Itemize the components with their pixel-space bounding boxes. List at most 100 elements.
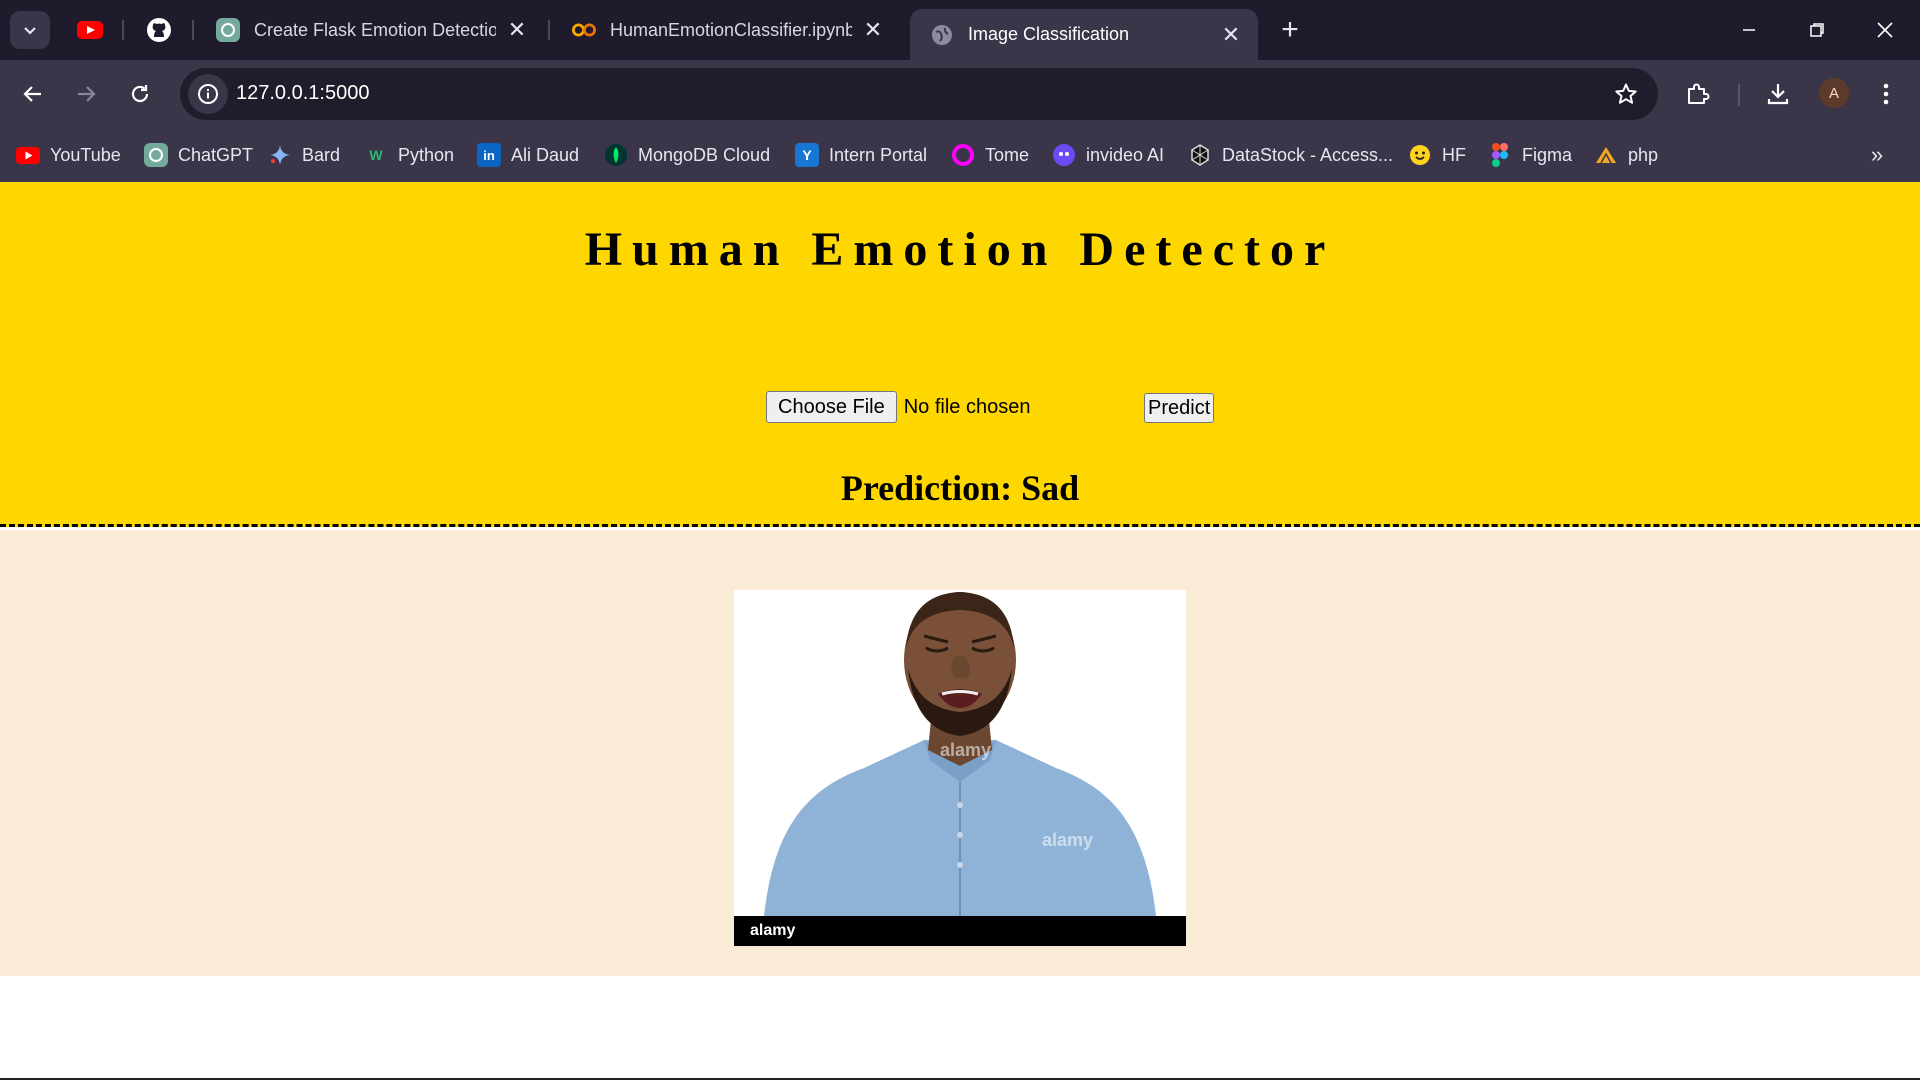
more-vert-icon — [1883, 83, 1889, 105]
bookmark-ali-daud[interactable]: in Ali Daud — [477, 140, 579, 170]
bookmark-hf[interactable]: HF — [1408, 140, 1466, 170]
url-text[interactable]: 127.0.0.1:5000 — [236, 82, 369, 105]
bookmark-label: Intern Portal — [829, 144, 928, 165]
puzzle-icon — [1688, 83, 1710, 104]
address-bar[interactable]: 127.0.0.1:5000 — [180, 68, 1658, 120]
tab-strip: Create Flask Emotion Detection ✕ HumanEm… — [0, 0, 1920, 60]
choose-file-button[interactable]: Choose File — [766, 391, 897, 423]
image-watermark: alamy — [1042, 830, 1094, 850]
bookmark-intern-portal[interactable]: Y Intern Portal — [795, 140, 927, 170]
back-button[interactable] — [11, 72, 55, 116]
chatgpt-icon — [144, 143, 168, 167]
tab-separator — [548, 20, 550, 40]
toolbar-separator — [1738, 84, 1740, 106]
predict-button[interactable]: Predict — [1144, 393, 1215, 423]
bard-icon — [268, 143, 292, 167]
page-content: Human Emotion Detector Choose File No fi… — [0, 182, 1920, 1080]
python-icon: W — [369, 147, 383, 163]
bookmark-label: DataStock - Access... — [1222, 144, 1394, 165]
arrow-left-icon — [23, 86, 41, 102]
bookmarks-overflow-button[interactable]: » — [1862, 140, 1892, 170]
tab-title: Image Classification — [968, 24, 1130, 44]
figma-icon — [1488, 143, 1512, 167]
pinned-tab-github[interactable] — [141, 12, 177, 48]
chevron-down-icon — [24, 27, 36, 35]
star-icon — [1615, 83, 1637, 104]
image-footer: alamy — [734, 916, 1186, 946]
pinned-tab-youtube[interactable] — [72, 12, 108, 48]
close-icon[interactable]: ✕ — [860, 17, 886, 43]
tab-human-emotion-notebook[interactable]: HumanEmotionClassifier.ipynb ✕ — [552, 9, 900, 51]
bookmark-figma[interactable]: Figma — [1488, 140, 1572, 170]
bookmark-label: invideo AI — [1086, 144, 1165, 165]
php-icon — [1594, 143, 1618, 167]
arrow-right-icon — [78, 86, 96, 102]
bookmark-star-button[interactable] — [1610, 78, 1642, 110]
bookmark-label: Tome — [985, 144, 1030, 165]
portal-icon: Y — [795, 143, 819, 167]
forward-button[interactable] — [64, 72, 108, 116]
result-section: alamy alamy alamy — [0, 530, 1920, 976]
file-status-text: No file chosen — [903, 395, 1031, 418]
youtube-icon — [16, 143, 40, 167]
tab-title: Create Flask Emotion Detection — [254, 19, 496, 40]
bookmark-mongodb[interactable]: MongoDB Cloud — [604, 140, 770, 170]
mongodb-icon — [604, 143, 628, 167]
file-upload-input[interactable]: Choose File No file chosen — [766, 391, 1030, 423]
chatgpt-icon — [216, 18, 240, 42]
colab-icon — [572, 18, 596, 42]
profile-avatar[interactable]: A — [1819, 78, 1849, 108]
close-window-button[interactable] — [1858, 10, 1912, 50]
uploaded-image: alamy alamy alamy — [734, 590, 1186, 946]
bookmark-bard[interactable]: Bard — [268, 140, 340, 170]
tab-separator — [122, 20, 124, 40]
site-info-button[interactable] — [188, 74, 228, 114]
tome-icon — [951, 143, 975, 167]
new-tab-button[interactable]: + — [1270, 12, 1310, 48]
bookmark-php[interactable]: php — [1594, 140, 1658, 170]
image-footer-logo: alamy — [750, 922, 796, 939]
reload-icon — [131, 85, 149, 103]
bookmark-label: Python — [398, 144, 455, 165]
tab-title: HumanEmotionClassifier.ipynb — [610, 19, 852, 40]
tab-create-flask[interactable]: Create Flask Emotion Detection ✕ — [196, 9, 544, 51]
bookmark-python[interactable]: W Python — [364, 140, 454, 170]
restore-icon — [1810, 23, 1824, 37]
bookmark-label: MongoDB Cloud — [638, 144, 771, 165]
info-icon — [198, 84, 218, 104]
tab-image-classification[interactable]: Image Classification ✕ — [910, 9, 1258, 60]
bookmark-label: Bard — [302, 144, 341, 165]
page-title: Human Emotion Detector — [584, 223, 1336, 276]
bookmark-label: ChatGPT — [178, 144, 254, 165]
youtube-icon — [77, 21, 103, 39]
bookmark-label: Figma — [1522, 144, 1573, 165]
close-icon[interactable]: ✕ — [1218, 22, 1244, 48]
restore-button[interactable] — [1790, 10, 1844, 50]
browser-toolbar: 127.0.0.1:5000 A — [0, 60, 1920, 128]
github-icon — [147, 18, 171, 42]
bookmark-datastock[interactable]: DataStock - Access... — [1188, 140, 1393, 170]
bookmark-chatgpt[interactable]: ChatGPT — [144, 140, 253, 170]
globe-icon — [930, 23, 954, 47]
prediction-result: Prediction: Sad — [840, 468, 1080, 508]
bookmark-youtube[interactable]: YouTube — [16, 140, 121, 170]
bookmark-label: Ali Daud — [511, 144, 580, 165]
header-section: Human Emotion Detector Choose File No fi… — [0, 182, 1920, 527]
close-icon[interactable]: ✕ — [504, 17, 530, 43]
extensions-button[interactable] — [1676, 72, 1720, 116]
bookmark-label: YouTube — [50, 144, 121, 165]
reload-button[interactable] — [118, 72, 162, 116]
huggingface-icon — [1408, 143, 1432, 167]
image-watermark: alamy — [940, 740, 992, 760]
close-icon — [1877, 22, 1893, 38]
browser-menu-button[interactable] — [1864, 72, 1908, 116]
datastock-icon — [1188, 143, 1212, 167]
downloads-button[interactable] — [1756, 72, 1800, 116]
bookmark-tome[interactable]: Tome — [951, 140, 1029, 170]
download-icon — [1767, 84, 1789, 105]
tab-search-button[interactable] — [10, 11, 50, 49]
bookmark-invideo[interactable]: invideo AI — [1052, 140, 1164, 170]
tab-separator — [192, 20, 194, 40]
bookmark-label: php — [1628, 144, 1659, 165]
minimize-button[interactable] — [1722, 10, 1776, 50]
